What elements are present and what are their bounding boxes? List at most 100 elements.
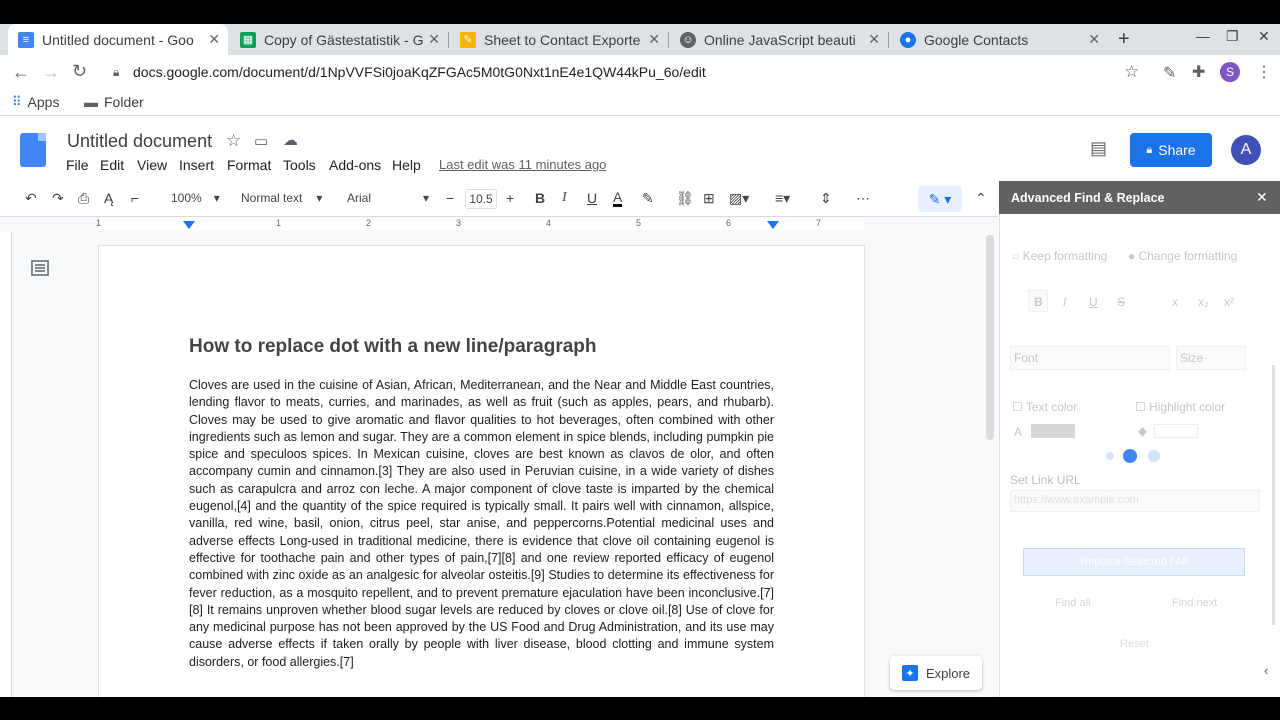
url-text[interactable]: docs.google.com/document/d/1NpVVFSi0joaK… [133, 64, 706, 80]
avatar[interactable]: A [1231, 135, 1261, 165]
highlight-color-swatch[interactable] [1154, 424, 1198, 438]
text-color-swatch[interactable] [1031, 424, 1075, 438]
link-icon[interactable]: ⛓ [676, 190, 694, 207]
tab-contacts[interactable]: ● Google Contacts ✕ [890, 24, 1108, 55]
font-select[interactable]: Arial ▾ [347, 191, 429, 205]
reload-icon[interactable]: ↻ [72, 61, 87, 82]
spellcheck-icon[interactable]: Ą [104, 190, 113, 206]
menu-tools[interactable]: Tools [283, 157, 316, 173]
forward-icon[interactable]: → [42, 62, 60, 83]
vertical-ruler [0, 232, 12, 697]
new-tab-button[interactable]: + [1118, 28, 1130, 51]
replace-selected-all-button[interactable]: Replace Selected / All [1023, 548, 1245, 576]
star-icon[interactable]: ☆ [226, 131, 241, 151]
menu-addons[interactable]: Add-ons [329, 157, 381, 173]
browser-menu-icon[interactable]: ⋮ [1256, 62, 1272, 82]
menu-insert[interactable]: Insert [179, 157, 214, 173]
paint-format-icon[interactable]: ⌐ [131, 190, 139, 206]
more-icon[interactable]: ⋯ [856, 190, 870, 207]
share-button[interactable]: 🔒︎ Share [1130, 133, 1212, 167]
back-icon[interactable]: ← [12, 62, 30, 83]
text-color-button[interactable]: A [613, 190, 623, 207]
cloud-status-icon[interactable]: ☁ [283, 131, 298, 149]
left-indent-marker[interactable] [183, 221, 195, 229]
find-next-button[interactable]: Find next [1172, 597, 1217, 609]
right-indent-marker[interactable] [767, 221, 779, 229]
bookmark-apps[interactable]: ⠿ Apps [12, 94, 59, 110]
document-body-text[interactable]: Cloves are used in the cuisine of Asian,… [189, 377, 774, 671]
italic-button[interactable]: I [562, 190, 567, 206]
docs-logo-icon[interactable] [20, 133, 46, 167]
chevron-left-icon[interactable]: ‹ [1264, 663, 1268, 678]
close-icon[interactable]: ✕ [868, 31, 880, 48]
editing-mode-pen-icon[interactable]: ✎ ▾ [918, 186, 962, 212]
insert-image-icon[interactable]: ▨▾ [729, 190, 749, 207]
menu-file[interactable]: File [66, 157, 89, 173]
decrease-font-size-icon[interactable]: − [446, 190, 454, 206]
highlight-color-checkbox[interactable]: ☐ Highlight color [1135, 400, 1225, 414]
increase-font-size-icon[interactable]: + [506, 190, 514, 206]
extension-pen-icon[interactable]: ✎ [1163, 63, 1176, 83]
zoom-select[interactable]: 100% ▾ [171, 191, 220, 205]
bold-button[interactable]: B [535, 190, 545, 206]
panel-strike-button[interactable]: S [1117, 295, 1125, 309]
line-spacing-icon[interactable]: ⇕ [820, 190, 832, 207]
fill-bucket-icon: ◆ [1138, 424, 1148, 438]
menu-help[interactable]: Help [392, 157, 421, 173]
text-color-checkbox[interactable]: ☐ Text color [1012, 400, 1077, 414]
link-url-input[interactable]: https://www.example.com [1014, 494, 1139, 506]
panel-italic-button[interactable]: I [1063, 295, 1066, 309]
panel-scrollbar[interactable] [1272, 365, 1275, 625]
close-icon[interactable]: ✕ [208, 31, 220, 48]
comments-icon[interactable]: ▤ [1090, 138, 1107, 159]
redo-icon[interactable]: ↷ [52, 190, 64, 207]
menu-view[interactable]: View [137, 157, 167, 173]
extensions-puzzle-icon[interactable]: ✚ [1192, 62, 1205, 82]
collapse-menus-icon[interactable]: ⌃ [975, 190, 987, 207]
document-heading[interactable]: How to replace dot with a new line/parag… [189, 336, 597, 358]
bookmark-star-icon[interactable]: ☆ [1124, 62, 1139, 82]
close-icon[interactable]: ✕ [1088, 31, 1100, 48]
move-folder-icon[interactable]: ▭ [254, 132, 268, 150]
panel-underline-button[interactable]: U [1089, 295, 1098, 309]
restore-icon[interactable]: ❐ [1226, 28, 1239, 45]
bookmark-folder[interactable]: ▬ Folder [84, 94, 144, 110]
underline-button[interactable]: U [587, 190, 597, 206]
minimize-icon[interactable]: — [1196, 28, 1210, 44]
panel-size-input[interactable]: Size [1180, 351, 1203, 365]
print-icon[interactable]: ⎙ [78, 190, 89, 207]
highlight-icon[interactable]: ✎ [642, 190, 654, 207]
tab-docs[interactable]: ≡ Untitled document - Goo ✕ [8, 24, 228, 55]
tab-script[interactable]: ✎ Sheet to Contact Exporte ✕ [450, 24, 669, 55]
menu-edit[interactable]: Edit [100, 157, 124, 173]
explore-button[interactable]: ✦ Explore [890, 656, 982, 690]
reset-button[interactable]: Reset [1120, 638, 1149, 650]
panel-superscript-button[interactable]: x² [1224, 295, 1234, 309]
beautifier-icon: ☺ [680, 31, 696, 48]
close-icon[interactable]: ✕ [428, 31, 440, 48]
document-outline-icon[interactable] [31, 260, 49, 276]
panel-subscript-button[interactable]: x₂ [1198, 295, 1209, 309]
align-icon[interactable]: ≡▾ [775, 190, 790, 207]
keep-formatting-radio[interactable]: ○ Keep formatting [1012, 249, 1107, 263]
document-title[interactable]: Untitled document [67, 131, 212, 152]
vertical-scrollbar[interactable] [986, 235, 994, 440]
profile-avatar[interactable]: S [1220, 62, 1240, 82]
add-comment-icon[interactable]: ⊞ [703, 190, 715, 207]
font-size-input[interactable]: 10.5 [465, 189, 497, 209]
panel-bold-button[interactable]: B [1034, 295, 1043, 309]
panel-close-icon[interactable]: ✕ [1256, 189, 1268, 206]
sheets-icon: ▦ [240, 31, 256, 48]
window-close-icon[interactable]: ✕ [1258, 28, 1270, 45]
change-formatting-radio[interactable]: ● Change formatting [1128, 249, 1237, 263]
panel-clear-button[interactable]: x [1172, 295, 1178, 309]
close-icon[interactable]: ✕ [648, 31, 660, 48]
last-edit-link[interactable]: Last edit was 11 minutes ago [439, 157, 606, 172]
undo-icon[interactable]: ↶ [25, 190, 37, 207]
style-select[interactable]: Normal text ▾ [241, 191, 322, 205]
tab-beautifier[interactable]: ☺ Online JavaScript beauti ✕ [670, 24, 889, 55]
panel-font-input[interactable]: Font [1014, 351, 1038, 365]
find-all-button[interactable]: Find all [1055, 597, 1090, 609]
tab-sheets[interactable]: ▦ Copy of Gästestatistik - G ✕ [230, 24, 449, 55]
menu-format[interactable]: Format [227, 157, 271, 173]
